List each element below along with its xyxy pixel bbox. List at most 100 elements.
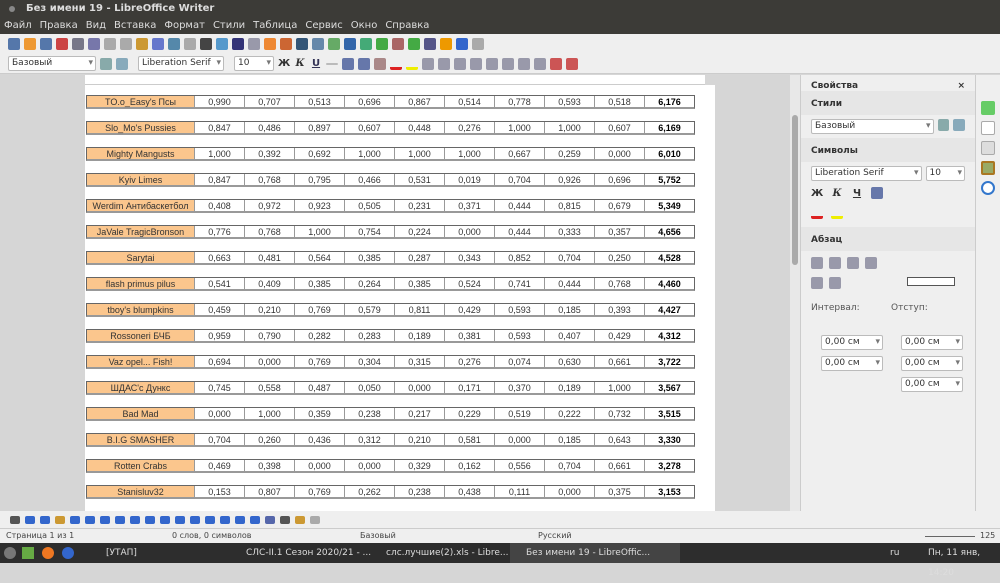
toolbar-button-icon[interactable] xyxy=(248,38,260,50)
value-cell[interactable]: 0,972 xyxy=(245,200,295,211)
drawing-tool-icon[interactable] xyxy=(70,515,80,524)
toolbar-button-icon[interactable] xyxy=(152,38,164,50)
justify-icon[interactable] xyxy=(502,57,514,70)
value-cell[interactable]: 0,847 xyxy=(195,122,245,133)
drawing-tool-icon[interactable] xyxy=(265,515,275,524)
value-cell[interactable]: 0,189 xyxy=(545,382,595,393)
toolbar-button-icon[interactable] xyxy=(408,38,420,50)
sidebar-align-left-icon[interactable] xyxy=(811,257,823,269)
value-cell[interactable]: 0,541 xyxy=(195,278,245,289)
value-cell[interactable]: 0,531 xyxy=(395,174,445,185)
table-row[interactable]: tboy's blumpkins 0,459 0,210 0,769 0,579 0,81… xyxy=(86,303,695,317)
team-name-cell[interactable]: Stanisluv32 xyxy=(87,486,195,497)
after-indent-input[interactable]: 0,00 см xyxy=(901,356,963,371)
value-cell[interactable]: 0,381 xyxy=(445,330,495,341)
language[interactable]: Русский xyxy=(538,529,572,543)
table-row[interactable]: Werdim Антибаскетбол 0,408 0,972 0,923 0,505… xyxy=(86,199,695,213)
value-cell[interactable]: 0,732 xyxy=(595,408,645,419)
team-name-cell[interactable]: Bad Mad xyxy=(87,408,195,419)
page-style[interactable]: Базовый xyxy=(360,529,396,543)
value-cell[interactable]: 0,990 xyxy=(195,96,245,107)
value-cell[interactable]: 1,000 xyxy=(445,148,495,159)
toolbar-button-icon[interactable] xyxy=(40,38,52,50)
value-cell[interactable]: 0,696 xyxy=(595,174,645,185)
value-cell[interactable]: 0,000 xyxy=(195,408,245,419)
paragraph-section-header[interactable]: Абзац xyxy=(811,235,965,245)
value-cell[interactable]: 0,238 xyxy=(345,408,395,419)
value-cell[interactable]: 0,707 xyxy=(245,96,295,107)
italic-button[interactable]: К xyxy=(294,58,306,69)
table-row[interactable]: TO.o_Easy's Псы 0,990 0,707 0,513 0,696 0,867… xyxy=(86,95,695,109)
drawing-tool-icon[interactable] xyxy=(100,515,110,524)
value-cell[interactable]: 0,359 xyxy=(295,408,345,419)
value-cell[interactable]: 0,000 xyxy=(595,148,645,159)
value-cell[interactable]: 0,229 xyxy=(445,408,495,419)
toolbar-button-icon[interactable] xyxy=(424,38,436,50)
drawing-tool-icon[interactable] xyxy=(295,515,305,524)
toolbar-button-icon[interactable] xyxy=(344,38,356,50)
value-cell[interactable]: 0,185 xyxy=(545,304,595,315)
value-cell[interactable]: 0,210 xyxy=(245,304,295,315)
firefox-icon[interactable] xyxy=(42,547,54,559)
toolbar-button-icon[interactable] xyxy=(88,38,100,50)
subscript-icon[interactable] xyxy=(358,57,370,70)
value-cell[interactable]: 0,343 xyxy=(445,252,495,263)
drawing-tool-icon[interactable] xyxy=(10,515,20,524)
sidebar-underline-button[interactable]: Ч xyxy=(851,188,863,199)
value-cell[interactable]: 0,224 xyxy=(395,226,445,237)
value-cell[interactable]: 1,000 xyxy=(195,148,245,159)
value-cell[interactable]: 0,807 xyxy=(245,486,295,497)
value-cell[interactable]: 0,768 xyxy=(245,226,295,237)
value-cell[interactable]: 0,153 xyxy=(195,486,245,497)
value-cell[interactable]: 0,769 xyxy=(295,304,345,315)
team-name-cell[interactable]: Rossoneri БЧБ xyxy=(87,330,195,341)
total-cell[interactable]: 3,515 xyxy=(645,408,694,419)
menu-item[interactable]: Справка xyxy=(385,18,429,34)
drawing-tool-icon[interactable] xyxy=(220,515,230,524)
sidebar-italic-button[interactable]: К xyxy=(831,188,843,199)
table-row[interactable]: Slo_Mo's Pussies 0,847 0,486 0,897 0,607 0,44… xyxy=(86,121,695,135)
value-cell[interactable]: 0,692 xyxy=(295,148,345,159)
value-cell[interactable]: 0,704 xyxy=(545,460,595,471)
clear-formatting-icon[interactable] xyxy=(374,57,386,70)
toolbar-button-icon[interactable] xyxy=(200,38,212,50)
toolbar-button-icon[interactable] xyxy=(472,38,484,50)
sidebar-numbering-icon[interactable] xyxy=(829,277,841,289)
drawing-tool-icon[interactable] xyxy=(280,515,290,524)
value-cell[interactable]: 0,111 xyxy=(495,486,545,497)
team-name-cell[interactable]: Vaz opel... Fish! xyxy=(87,356,195,367)
drawing-tool-icon[interactable] xyxy=(85,515,95,524)
value-cell[interactable]: 0,283 xyxy=(345,330,395,341)
toolbar-button-icon[interactable] xyxy=(392,38,404,50)
document-page[interactable]: TO.o_Easy's Псы 0,990 0,707 0,513 0,696 0,867… xyxy=(85,85,715,511)
value-cell[interactable]: 0,185 xyxy=(545,434,595,445)
table-row[interactable]: Kyiv Limes 0,847 0,768 0,795 0,466 0,531 0,019… xyxy=(86,173,695,187)
drawing-tool-icon[interactable] xyxy=(175,515,185,524)
team-name-cell[interactable]: B.I.G SMASHER xyxy=(87,434,195,445)
update-style-icon[interactable] xyxy=(100,57,112,70)
value-cell[interactable]: 0,790 xyxy=(245,330,295,341)
value-cell[interactable]: 0,469 xyxy=(195,460,245,471)
toolbar-button-icon[interactable] xyxy=(184,38,196,50)
value-cell[interactable]: 0,375 xyxy=(595,486,645,497)
table-row[interactable]: Rossoneri БЧБ 0,959 0,790 0,282 0,283 0,189 0,… xyxy=(86,329,695,343)
total-cell[interactable]: 3,153 xyxy=(645,486,694,497)
toolbar-button-icon[interactable] xyxy=(8,38,20,50)
value-cell[interactable]: 0,238 xyxy=(395,486,445,497)
value-cell[interactable]: 0,704 xyxy=(195,434,245,445)
task-firefox[interactable]: СЛС-II.1 Сезон 2020/21 - ... xyxy=(230,543,371,563)
align-center-icon[interactable] xyxy=(470,57,482,70)
value-cell[interactable]: 0,518 xyxy=(595,96,645,107)
value-cell[interactable]: 0,815 xyxy=(545,200,595,211)
total-cell[interactable]: 3,278 xyxy=(645,460,694,471)
value-cell[interactable]: 0,811 xyxy=(395,304,445,315)
toolbar-button-icon[interactable] xyxy=(72,38,84,50)
total-cell[interactable]: 4,460 xyxy=(645,278,694,289)
page-count[interactable]: Страница 1 из 1 xyxy=(6,529,74,543)
value-cell[interactable]: 0,778 xyxy=(495,96,545,107)
value-cell[interactable]: 0,000 xyxy=(545,486,595,497)
value-cell[interactable]: 0,556 xyxy=(495,460,545,471)
files-icon[interactable] xyxy=(22,547,34,559)
toolbar-button-icon[interactable] xyxy=(216,38,228,50)
value-cell[interactable]: 0,398 xyxy=(245,460,295,471)
